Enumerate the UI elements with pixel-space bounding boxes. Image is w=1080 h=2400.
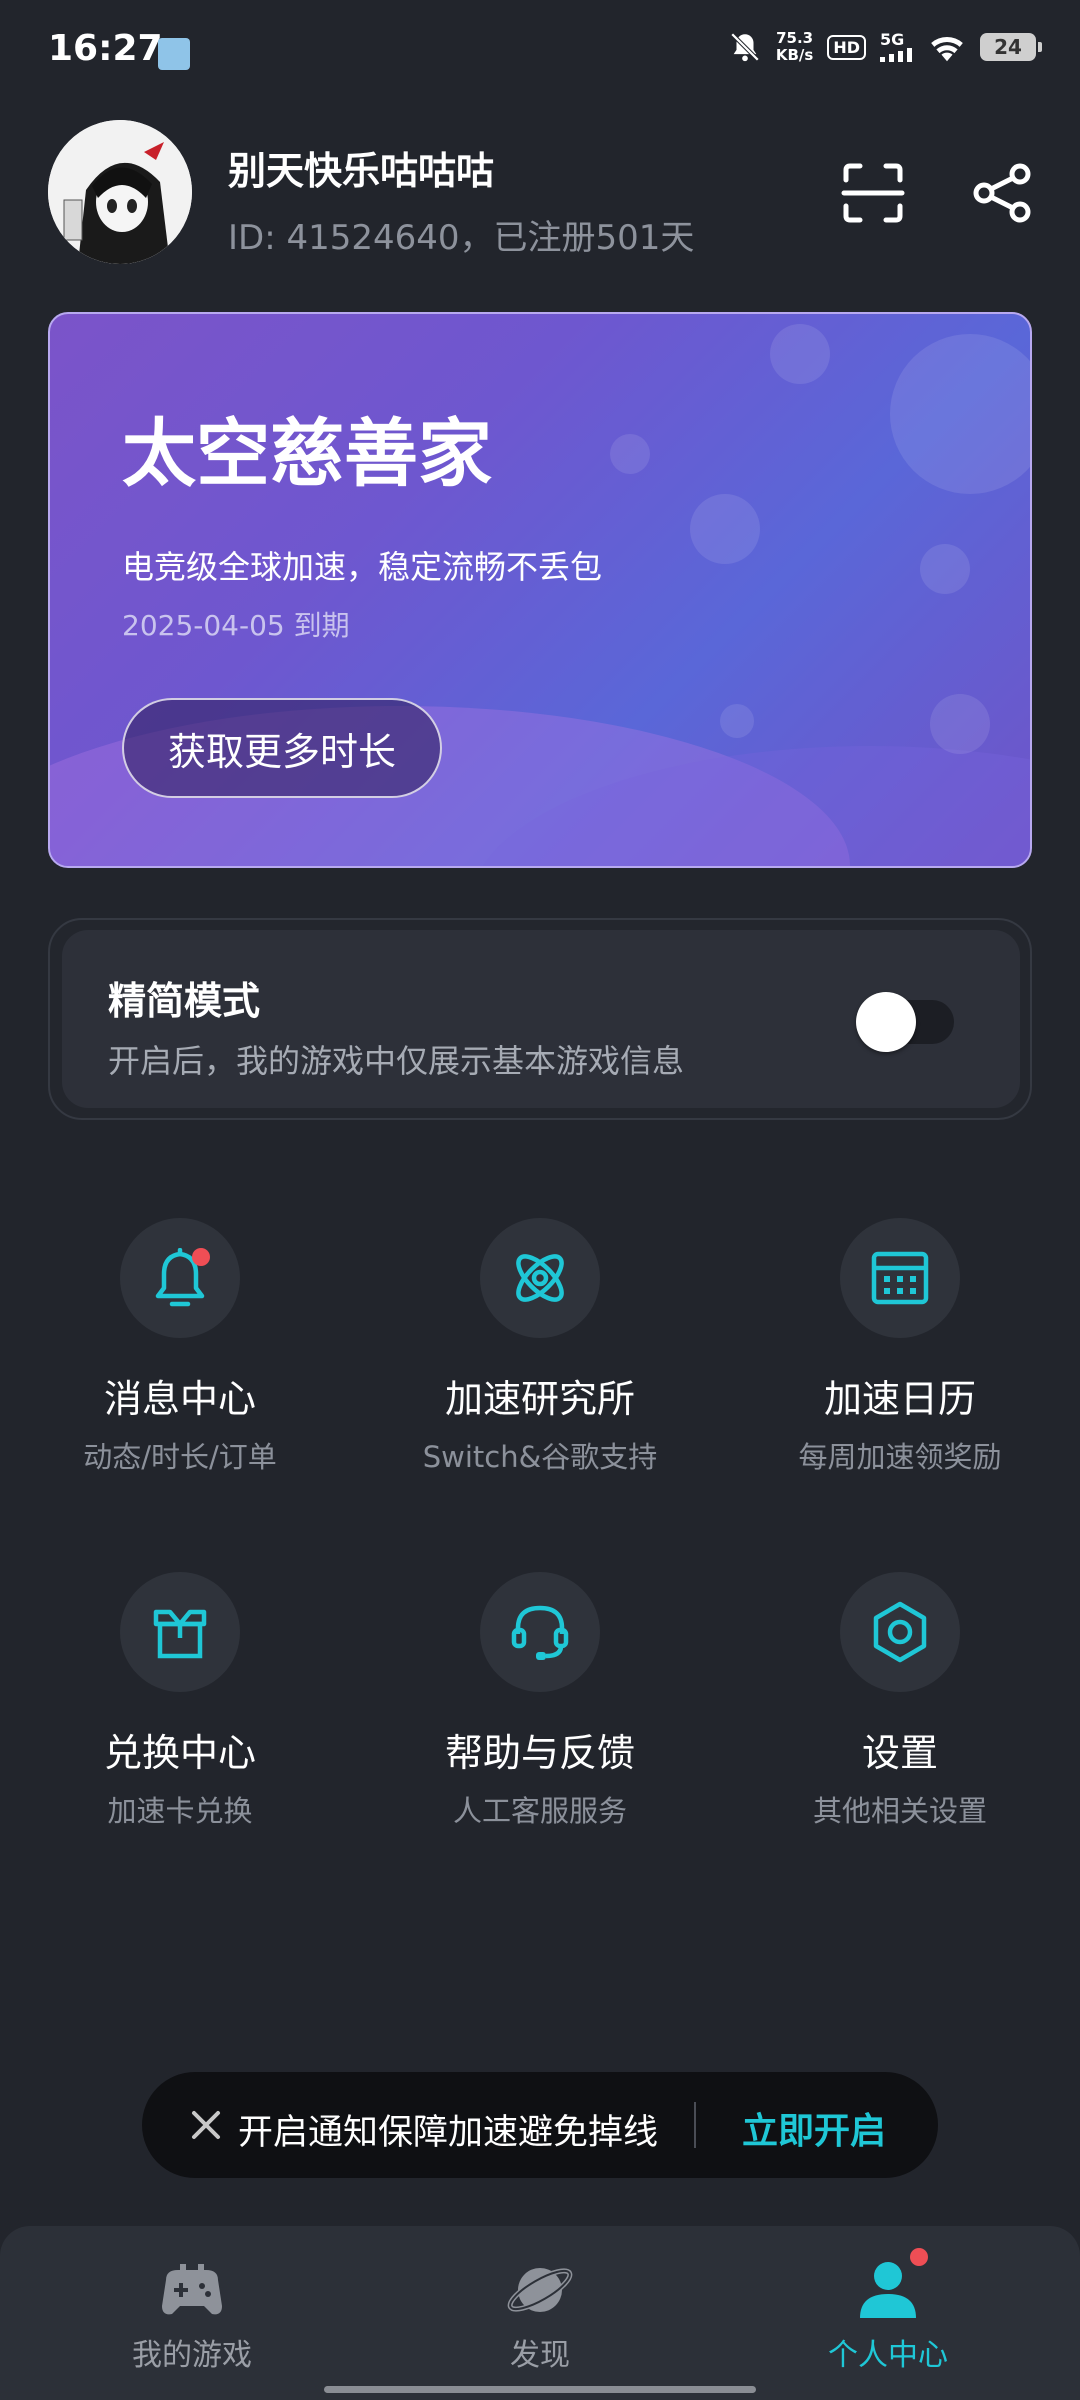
card-glow-decoration (920, 544, 970, 594)
simple-mode-title: 精简模式 (108, 979, 261, 1023)
grid-item-subtitle: 每周加速领奖励 (798, 1440, 1002, 1474)
grid-item-subtitle: 其他相关设置 (812, 1794, 987, 1828)
notification-badge (910, 2248, 928, 2266)
network-type: 5G (880, 30, 905, 49)
card-glow-decoration (930, 694, 990, 754)
redeem-center-icon-wrap (120, 1572, 240, 1692)
status-icons: 75.3 KB/s HD 5G 24 (728, 30, 1042, 64)
signal-bars-icon (880, 48, 912, 62)
share-button[interactable] (970, 160, 1036, 226)
bottom-nav: 我的游戏 发现 个人中心 (0, 2226, 1080, 2400)
acceleration-lab-icon-wrap (480, 1218, 600, 1338)
divider (694, 2102, 696, 2148)
status-time: 16:27 (48, 28, 163, 69)
redeem-center-item[interactable]: 兑换中心 加速卡兑换 (30, 1572, 330, 1832)
hd-badge: HD (827, 34, 866, 60)
bell-muted-icon (728, 30, 762, 64)
card-glow-decoration (610, 434, 650, 474)
tab-label: 个人中心 (828, 2338, 948, 2373)
card-glow-decoration (690, 494, 760, 564)
headset-icon (511, 1605, 569, 1660)
home-indicator[interactable] (324, 2386, 756, 2393)
avatar-image (48, 120, 192, 264)
tab-discover[interactable]: 发现 (420, 2250, 660, 2380)
acceleration-calendar-icon-wrap (840, 1218, 960, 1338)
grid-item-title: 加速日历 (823, 1377, 976, 1421)
user-id: ID: 41524640，已注册501天 (228, 218, 695, 258)
card-glow-decoration (890, 334, 1030, 494)
gamepad-icon (162, 2264, 222, 2315)
grid-item-title: 帮助与反馈 (444, 1731, 635, 1775)
grid-item-title: 加速研究所 (444, 1377, 635, 1421)
settings-item[interactable]: 设置 其他相关设置 (750, 1572, 1050, 1832)
settings-icon-wrap (840, 1572, 960, 1692)
wifi-icon (928, 32, 966, 62)
avatar[interactable] (48, 120, 192, 264)
membership-expiry: 2025-04-05 到期 (122, 609, 350, 642)
help-feedback-icon-wrap (480, 1572, 600, 1692)
membership-card[interactable]: 太空慈善家 电竞级全球加速，稳定流畅不丢包 2025-04-05 到期 获取更多… (48, 312, 1032, 868)
acceleration-lab-item[interactable]: 加速研究所 Switch&谷歌支持 (390, 1218, 690, 1478)
unread-badge (192, 1248, 210, 1266)
tab-profile[interactable]: 个人中心 (768, 2248, 1008, 2380)
battery-level: 24 (994, 35, 1022, 59)
scan-icon (841, 163, 905, 223)
close-button[interactable] (186, 2105, 226, 2145)
acceleration-calendar-item[interactable]: 加速日历 每周加速领奖励 (750, 1218, 1050, 1478)
share-icon (973, 163, 1031, 223)
network-speed-unit: KB/s (775, 46, 814, 64)
close-icon (192, 2111, 220, 2139)
help-feedback-item[interactable]: 帮助与反馈 人工客服服务 (390, 1572, 690, 1832)
membership-title: 太空慈善家 (122, 411, 492, 497)
membership-description: 电竞级全球加速，稳定流畅不丢包 (122, 548, 603, 586)
calendar-icon (871, 1251, 929, 1305)
card-glow-decoration (770, 324, 830, 384)
tab-label: 发现 (510, 2338, 570, 2373)
notification-prompt-text: 开启通知保障加速避免掉线 (238, 2113, 659, 2153)
username: 别天快乐咕咕咕 (228, 149, 495, 193)
signal-5g: 5G (880, 32, 914, 62)
atom-icon (516, 1254, 564, 1302)
gift-box-icon (153, 1609, 207, 1659)
status-bar: 16:27 75.3 KB/s HD 5G 24 (0, 0, 1080, 100)
message-center-item[interactable]: 消息中心 动态/时长/订单 (30, 1218, 330, 1478)
app-notification-icon (158, 38, 190, 70)
simple-mode-toggle[interactable] (856, 992, 954, 1052)
toggle-knob (856, 992, 916, 1052)
enable-now-button[interactable]: 立即开启 (742, 2102, 886, 2154)
battery-icon: 24 (980, 33, 1042, 61)
grid-item-subtitle: 动态/时长/订单 (83, 1440, 277, 1474)
card-glow-decoration (720, 704, 754, 738)
simple-mode-description: 开启后，我的游戏中仅展示基本游戏信息 (108, 1042, 685, 1080)
tab-label: 我的游戏 (132, 2338, 252, 2373)
planet-icon (507, 2268, 573, 2312)
grid-item-title: 消息中心 (103, 1377, 256, 1421)
grid-item-subtitle: Switch&谷歌支持 (422, 1440, 658, 1474)
grid-item-subtitle: 人工客服服务 (452, 1794, 627, 1828)
network-speed: 75.3 KB/s (776, 30, 813, 64)
grid-item-subtitle: 加速卡兑换 (107, 1794, 253, 1828)
message-center-icon-wrap (120, 1218, 240, 1338)
tab-my-games[interactable]: 我的游戏 (72, 2250, 312, 2380)
scan-button[interactable] (840, 160, 906, 226)
notification-prompt-bar: 开启通知保障加速避免掉线 立即开启 (142, 2072, 938, 2178)
get-more-time-button[interactable]: 获取更多时长 (122, 698, 442, 798)
settings-icon (873, 1601, 927, 1663)
grid-item-title: 设置 (861, 1731, 938, 1775)
grid-item-title: 兑换中心 (103, 1731, 256, 1775)
network-speed-value: 75.3 (776, 29, 814, 47)
